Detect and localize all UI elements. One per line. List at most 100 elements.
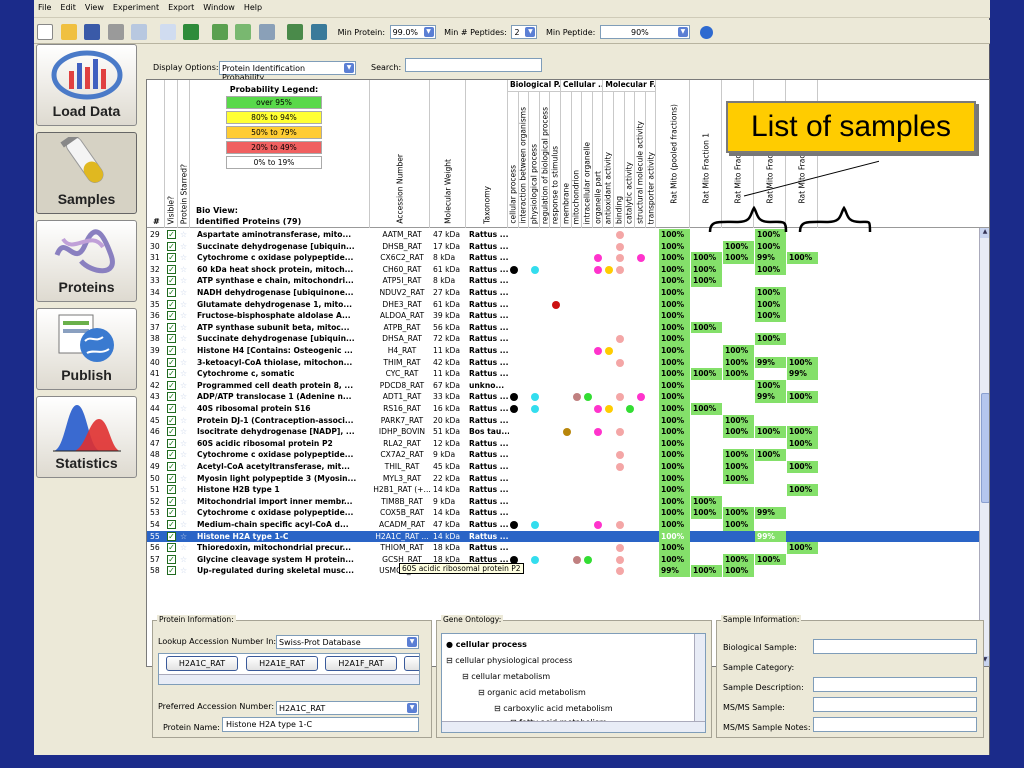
table-row[interactable]: 54 ✓ ☆ Medium-chain specific acyl-CoA d... A… xyxy=(147,519,979,531)
col-accession-header[interactable]: Accession Number xyxy=(370,80,430,228)
sample-column-header[interactable]: Rat Mito (pooled fractions) xyxy=(658,80,690,228)
table-row[interactable]: 51 ✓ ☆ Histone H2B type 1 H2B1_RAT (+... 14 k… xyxy=(147,484,979,496)
visible-checkbox[interactable]: ✓ xyxy=(167,485,176,495)
menu-window[interactable]: Window xyxy=(199,0,240,12)
table-row[interactable]: 42 ✓ ☆ Programmed cell death protein 8, ...… xyxy=(147,379,979,392)
visible-checkbox[interactable]: ✓ xyxy=(167,288,176,297)
min-peptide-select[interactable]: 90% xyxy=(599,25,690,39)
settings-icon[interactable] xyxy=(258,24,275,40)
star-icon[interactable]: ☆ xyxy=(180,496,187,508)
star-icon[interactable]: ☆ xyxy=(180,287,187,299)
table-row[interactable]: 34 ✓ ☆ NADH dehydrogenase [ubiquinone... NDU… xyxy=(147,287,979,299)
menu-export[interactable]: Export xyxy=(164,0,199,12)
visible-checkbox[interactable]: ✓ xyxy=(167,473,176,483)
go-term-header[interactable]: interaction between organisms xyxy=(519,92,530,228)
table-row[interactable]: 33 ✓ ☆ ATP synthase e chain, mitochondri...… xyxy=(147,275,979,287)
go-term-header[interactable]: membrane xyxy=(561,92,572,228)
star-icon[interactable]: ☆ xyxy=(180,449,187,461)
star-icon[interactable]: ☆ xyxy=(180,241,187,253)
star-icon[interactable]: ☆ xyxy=(180,565,187,577)
accession-strip-scrollbar[interactable] xyxy=(159,674,419,684)
star-icon[interactable]: ☆ xyxy=(180,357,187,369)
open-folder-icon[interactable] xyxy=(60,24,77,40)
table-row[interactable]: 37 ✓ ☆ ATP synthase subunit beta, mitoc... A… xyxy=(147,321,979,334)
star-icon[interactable]: ☆ xyxy=(180,310,187,322)
table-row[interactable]: 35 ✓ ☆ Glutamate dehydrogenase 1, mito... DH… xyxy=(147,298,979,311)
visible-checkbox[interactable]: ✓ xyxy=(167,462,176,471)
search-input[interactable] xyxy=(405,58,542,72)
star-icon[interactable]: ☆ xyxy=(180,299,187,311)
visible-checkbox[interactable]: ✓ xyxy=(167,264,176,274)
star-icon[interactable]: ☆ xyxy=(180,264,187,276)
visible-checkbox[interactable]: ✓ xyxy=(167,543,176,553)
go-term-header[interactable]: intracellular organelle xyxy=(582,92,593,228)
visible-checkbox[interactable]: ✓ xyxy=(167,346,176,355)
visible-checkbox[interactable]: ✓ xyxy=(167,392,176,402)
go-term-header[interactable]: cellular process xyxy=(508,92,519,228)
go-tree-root[interactable]: ● cellular process xyxy=(446,640,527,649)
menu-help[interactable]: Help xyxy=(240,0,267,12)
visible-checkbox[interactable]: ✓ xyxy=(167,241,176,251)
visible-checkbox[interactable]: ✓ xyxy=(167,253,176,263)
visible-checkbox[interactable]: ✓ xyxy=(167,554,176,564)
add-icon[interactable] xyxy=(235,24,252,40)
visible-checkbox[interactable]: ✓ xyxy=(167,520,176,529)
col-starred-header[interactable]: Protein Starred? xyxy=(178,80,190,228)
menu-view[interactable]: View xyxy=(81,0,109,12)
table-row[interactable]: 47 ✓ ☆ 60S acidic ribosomal protein P2 RLA2_… xyxy=(147,437,979,450)
export-excel-icon[interactable] xyxy=(183,24,200,40)
go-tree-hscroll[interactable] xyxy=(442,721,705,732)
go-term-header[interactable]: mitochondrion xyxy=(572,92,583,228)
tools-icon[interactable] xyxy=(211,24,228,40)
star-icon[interactable]: ☆ xyxy=(180,368,187,380)
visible-checkbox[interactable]: ✓ xyxy=(167,369,176,379)
star-icon[interactable]: ☆ xyxy=(180,391,187,403)
menu-edit[interactable]: Edit xyxy=(56,0,81,12)
table-vertical-scrollbar[interactable]: ▲ ▼ xyxy=(979,228,989,666)
copy-icon[interactable] xyxy=(159,24,176,40)
table-row[interactable]: 32 ✓ ☆ 60 kDa heat shock protein, mitoch...… xyxy=(147,263,979,276)
go-group-header[interactable]: Molecular F... xyxy=(603,80,657,92)
preferred-accession-select[interactable]: H2A1C_RAT xyxy=(276,701,419,715)
min-peptides-select[interactable]: 2 xyxy=(511,25,538,39)
nav-publish-button[interactable]: Publish xyxy=(36,308,137,390)
visible-checkbox[interactable]: ✓ xyxy=(167,531,176,541)
scroll-up-arrow[interactable]: ▲ xyxy=(980,228,989,238)
accession-button-2[interactable]: H2A1E_RAT xyxy=(246,656,318,671)
menu-file[interactable]: File xyxy=(34,0,56,12)
star-icon[interactable]: ☆ xyxy=(180,531,187,543)
go-group-header[interactable]: Cellular ... xyxy=(561,80,604,92)
go-term-header[interactable]: physiological process xyxy=(529,92,540,228)
go-tree-node[interactable]: ⊟ cellular physiological process xyxy=(446,656,572,665)
col-visible-header[interactable]: Visible? xyxy=(165,80,178,228)
col-taxonomy-header[interactable]: Taxonomy xyxy=(466,80,508,228)
go-term-header[interactable]: regulation of biological process xyxy=(540,92,551,228)
go-term-header[interactable]: structural molecule activity xyxy=(635,92,646,228)
go-term-header[interactable]: catalytic activity xyxy=(625,92,636,228)
star-icon[interactable]: ☆ xyxy=(180,484,187,496)
go-group-header[interactable]: Biological P... xyxy=(508,80,561,92)
new-file-icon[interactable] xyxy=(37,24,53,40)
nav-load-data-button[interactable]: Load Data xyxy=(36,44,137,126)
star-icon[interactable]: ☆ xyxy=(180,229,187,241)
star-icon[interactable]: ☆ xyxy=(180,380,187,392)
sample-description-field[interactable] xyxy=(813,677,977,692)
go-term-header[interactable]: organelle part xyxy=(593,92,604,228)
go-term-header[interactable]: transporter activity xyxy=(646,92,657,228)
go-tree-node[interactable]: ⊟ cellular metabolism xyxy=(462,672,550,681)
table-row[interactable]: 53 ✓ ☆ Cytochrome c oxidase polypeptide... C… xyxy=(147,507,979,519)
go-tree-node[interactable]: ⊟ carboxylic acid metabolism xyxy=(494,704,613,713)
visible-checkbox[interactable]: ✓ xyxy=(167,357,176,367)
protein-name-input[interactable]: Histone H2A type 1-C xyxy=(222,717,419,732)
help-icon[interactable] xyxy=(700,26,714,39)
table-row[interactable]: 44 ✓ ☆ 40S ribosomal protein S16 RS16_RAT 16 … xyxy=(147,403,979,415)
table-row[interactable]: 40 ✓ ☆ 3-ketoacyl-CoA thiolase, mitochon...… xyxy=(147,356,979,369)
table-row[interactable]: 48 ✓ ☆ Cytochrome c oxidase polypeptide... C… xyxy=(147,449,979,461)
visible-checkbox[interactable]: ✓ xyxy=(167,566,176,576)
star-icon[interactable]: ☆ xyxy=(180,554,187,566)
star-icon[interactable]: ☆ xyxy=(180,275,187,287)
star-icon[interactable]: ☆ xyxy=(180,415,187,427)
visible-checkbox[interactable]: ✓ xyxy=(167,427,176,437)
visible-checkbox[interactable]: ✓ xyxy=(167,334,176,344)
star-icon[interactable]: ☆ xyxy=(180,333,187,345)
